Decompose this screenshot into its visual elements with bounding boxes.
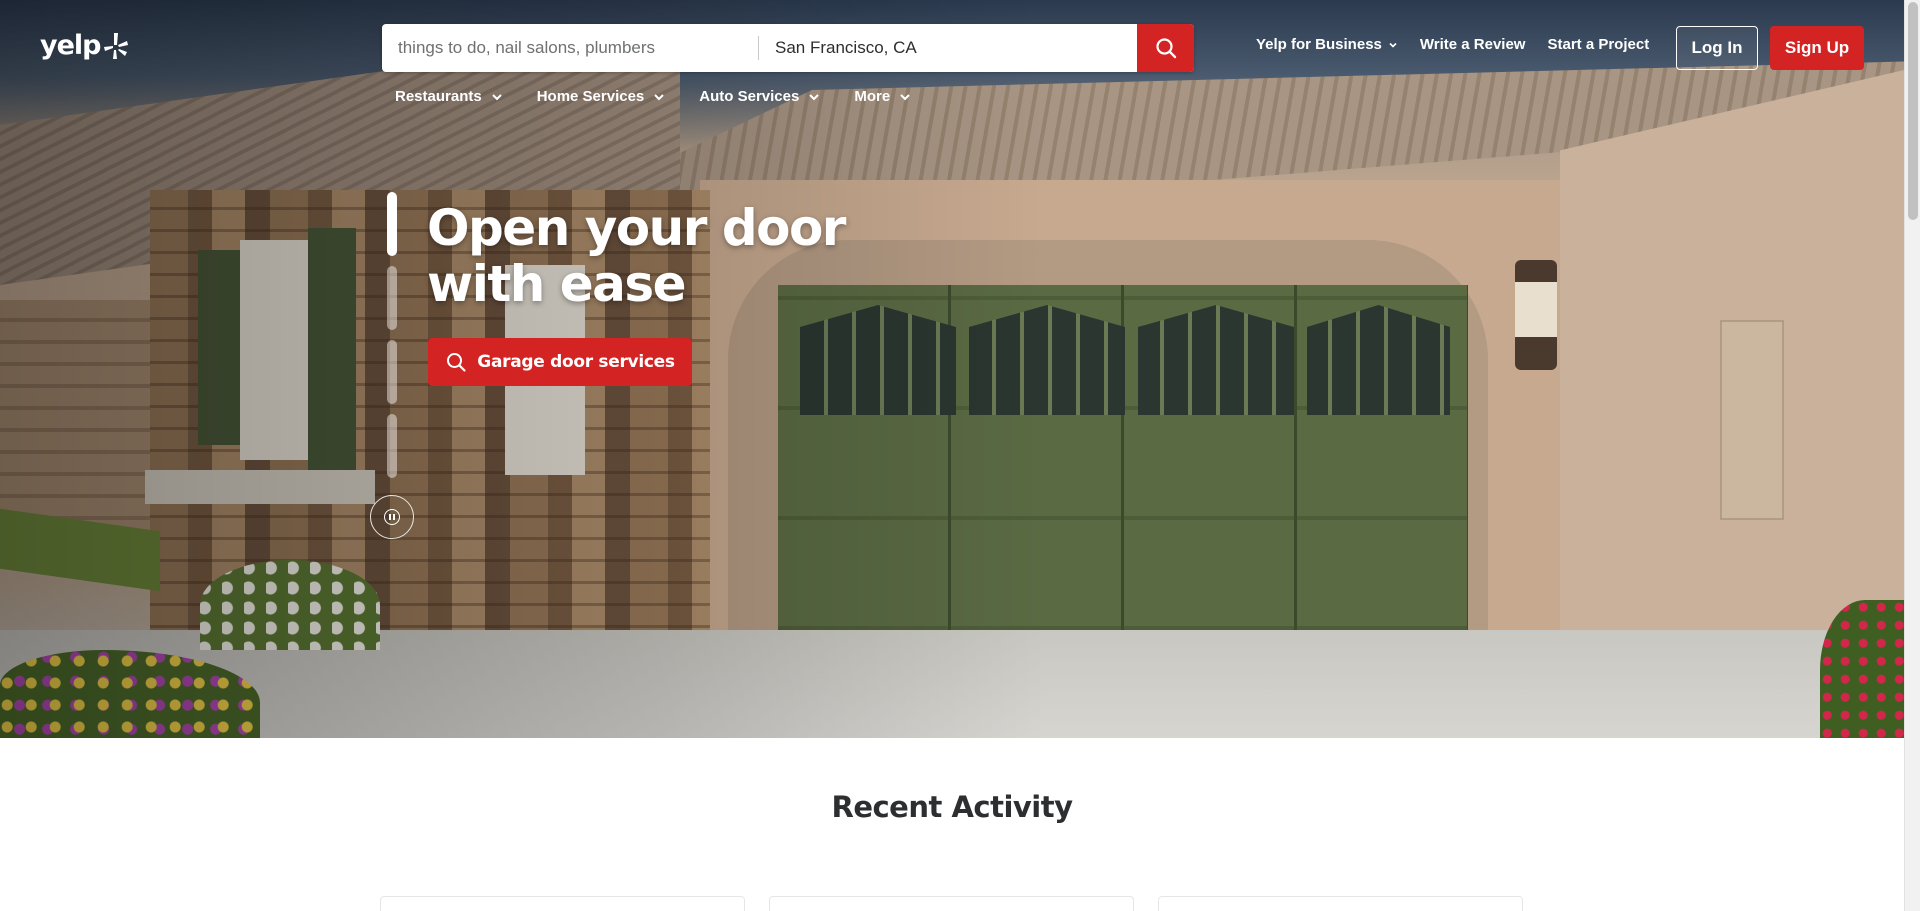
signup-button[interactable]: Sign Up <box>1770 26 1864 70</box>
carousel-pause-button[interactable] <box>370 495 414 539</box>
recent-activity-title: Recent Activity <box>831 790 1073 824</box>
page-scrollbar[interactable] <box>1904 0 1920 911</box>
yelp-logo[interactable]: yelp <box>40 30 129 61</box>
hero-headline-line1: Open your door <box>427 199 846 257</box>
category-label: Home Services <box>536 88 645 105</box>
search-button[interactable] <box>1137 24 1194 72</box>
chevron-down-icon <box>809 93 820 100</box>
start-project-label: Start a Project <box>1547 36 1650 53</box>
find-input[interactable] <box>382 24 758 72</box>
category-more[interactable]: More <box>854 88 912 105</box>
hero-cta-button[interactable]: Garage door services <box>428 338 692 386</box>
start-project-link[interactable]: Start a Project <box>1547 36 1649 53</box>
write-review-link[interactable]: Write a Review <box>1420 36 1526 53</box>
chevron-down-icon <box>1389 42 1397 48</box>
carousel-progress-segment <box>387 414 397 478</box>
carousel-progress-segment <box>387 266 397 330</box>
yelp-for-business-label: Yelp for Business <box>1256 36 1382 53</box>
hero-banner <box>0 0 1904 738</box>
login-button[interactable]: Log In <box>1676 26 1758 70</box>
category-label: Restaurants <box>395 88 482 105</box>
scrollbar-thumb[interactable] <box>1908 2 1918 220</box>
header-links: Yelp for Business Write a Review Start a… <box>1256 36 1671 53</box>
yelp-for-business-link[interactable]: Yelp for Business <box>1256 36 1398 53</box>
location-input[interactable] <box>759 24 1137 72</box>
hero-cta-label: Garage door services <box>477 352 675 372</box>
activity-card[interactable] <box>769 896 1134 911</box>
category-restaurants[interactable]: Restaurants <box>395 88 504 105</box>
category-home-services[interactable]: Home Services <box>537 88 667 105</box>
carousel-progress-segment <box>387 192 397 256</box>
chevron-down-icon <box>900 93 910 100</box>
hero-headline: Open your door with ease <box>427 200 887 312</box>
category-label: Auto Services <box>699 88 800 105</box>
hero-overlay <box>0 0 1904 738</box>
search-icon <box>447 353 466 372</box>
category-label: More <box>854 88 891 105</box>
activity-card[interactable] <box>380 896 745 911</box>
hero-headline-line2: with ease <box>427 255 687 313</box>
activity-card[interactable] <box>1158 896 1523 911</box>
chevron-down-icon <box>491 93 502 100</box>
category-auto-services[interactable]: Auto Services <box>699 88 821 105</box>
logo-text: yelp <box>40 30 101 61</box>
carousel-progress <box>387 192 397 482</box>
carousel-progress-segment <box>387 340 397 404</box>
category-nav: Restaurants Home Services Auto Services … <box>395 88 945 105</box>
yelp-burst-icon <box>103 32 128 59</box>
search-icon <box>1155 38 1176 59</box>
write-review-label: Write a Review <box>1419 36 1526 53</box>
pause-icon <box>384 509 400 525</box>
search-bar <box>382 24 1194 72</box>
chevron-down-icon <box>654 93 664 100</box>
